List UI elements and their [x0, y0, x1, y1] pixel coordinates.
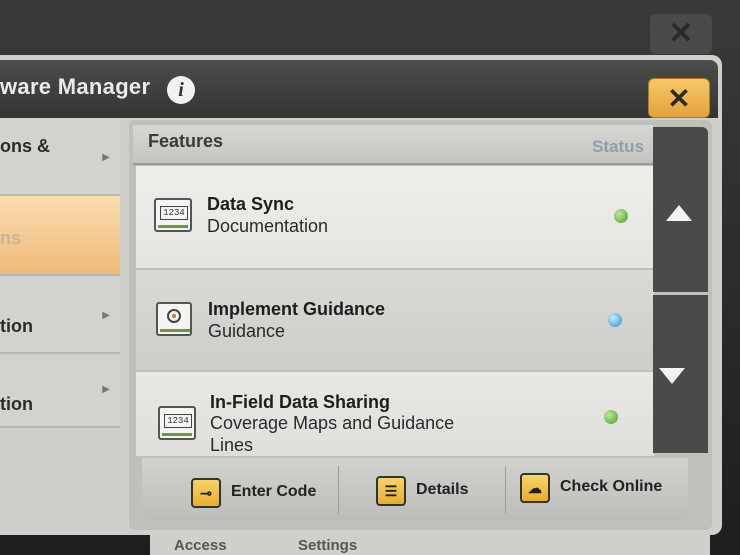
close-icon: ✕ [667, 83, 691, 114]
chevron-right-icon: ▶ [102, 384, 110, 395]
feature-name: Implement Guidance [208, 299, 386, 319]
details-button[interactable]: ☰ Details [376, 476, 496, 516]
feature-name: In-Field Data Sharing [210, 392, 391, 412]
sidebar-item-4[interactable]: tion ▶ [0, 356, 120, 428]
enter-code-button[interactable]: ⊸ Enter Code [191, 478, 331, 518]
display-icon: 1234 [154, 198, 192, 232]
status-indicator-green [614, 209, 628, 223]
sidebar-item-label: tion [0, 316, 33, 336]
chevron-right-icon: ▶ [102, 310, 110, 321]
check-online-label: Check Online [560, 478, 663, 495]
sidebar-item-label: ons & [0, 136, 51, 156]
sidebar-item-label: ns [0, 228, 22, 248]
close-button[interactable]: ✕ [648, 78, 710, 118]
feature-subtitle: Coverage Maps and Guidance [210, 413, 455, 433]
divider [505, 466, 506, 514]
enter-code-label: Enter Code [231, 483, 317, 500]
sidebar-item-2[interactable]: ns [0, 196, 120, 276]
arrow-up-icon [666, 205, 692, 221]
document-icon: ☰ [376, 476, 406, 506]
cloud-download-icon: ☁ [520, 473, 550, 503]
compass-icon [156, 302, 192, 336]
chevron-right-icon: ▶ [102, 152, 110, 163]
feature-row-implement-guidance[interactable]: Implement Guidance Guidance [136, 270, 654, 370]
sidebar-item-1[interactable]: ons & ▶ [0, 118, 120, 196]
feature-row-in-field-data-sharing[interactable]: 1234 In-Field Data Sharing Coverage Maps… [136, 372, 654, 456]
status-indicator-green [604, 410, 618, 424]
details-label: Details [416, 481, 469, 498]
divider [338, 466, 339, 514]
feature-row-data-sync[interactable]: 1234 Data Sync Documentation [136, 166, 654, 268]
info-icon[interactable]: i [167, 76, 195, 104]
feature-subtitle: Guidance [208, 321, 286, 341]
window-title: ware Manager [0, 74, 151, 99]
sidebar-item-label: tion [0, 394, 33, 414]
key-icon: ⊸ [191, 478, 221, 508]
background-close-icon: ✕ [650, 14, 712, 54]
arrow-down-icon [659, 368, 685, 384]
bottom-tab-strip: Access Settings [150, 535, 710, 555]
display-icon: 1234 [158, 406, 196, 440]
feature-name: Data Sync [207, 194, 295, 214]
feature-subtitle: Documentation [207, 216, 329, 236]
sidebar-item-3[interactable]: tion ▶ [0, 278, 120, 354]
bottom-tab-access[interactable]: Access [174, 537, 227, 554]
bottom-tab-settings[interactable]: Settings [298, 537, 357, 554]
check-online-button[interactable]: ☁ Check Online [520, 473, 680, 513]
feature-subtitle-line2: Lines [210, 435, 254, 455]
features-title: Features [148, 131, 224, 151]
status-column-title: Status [592, 137, 644, 156]
status-indicator-blue [608, 313, 622, 327]
